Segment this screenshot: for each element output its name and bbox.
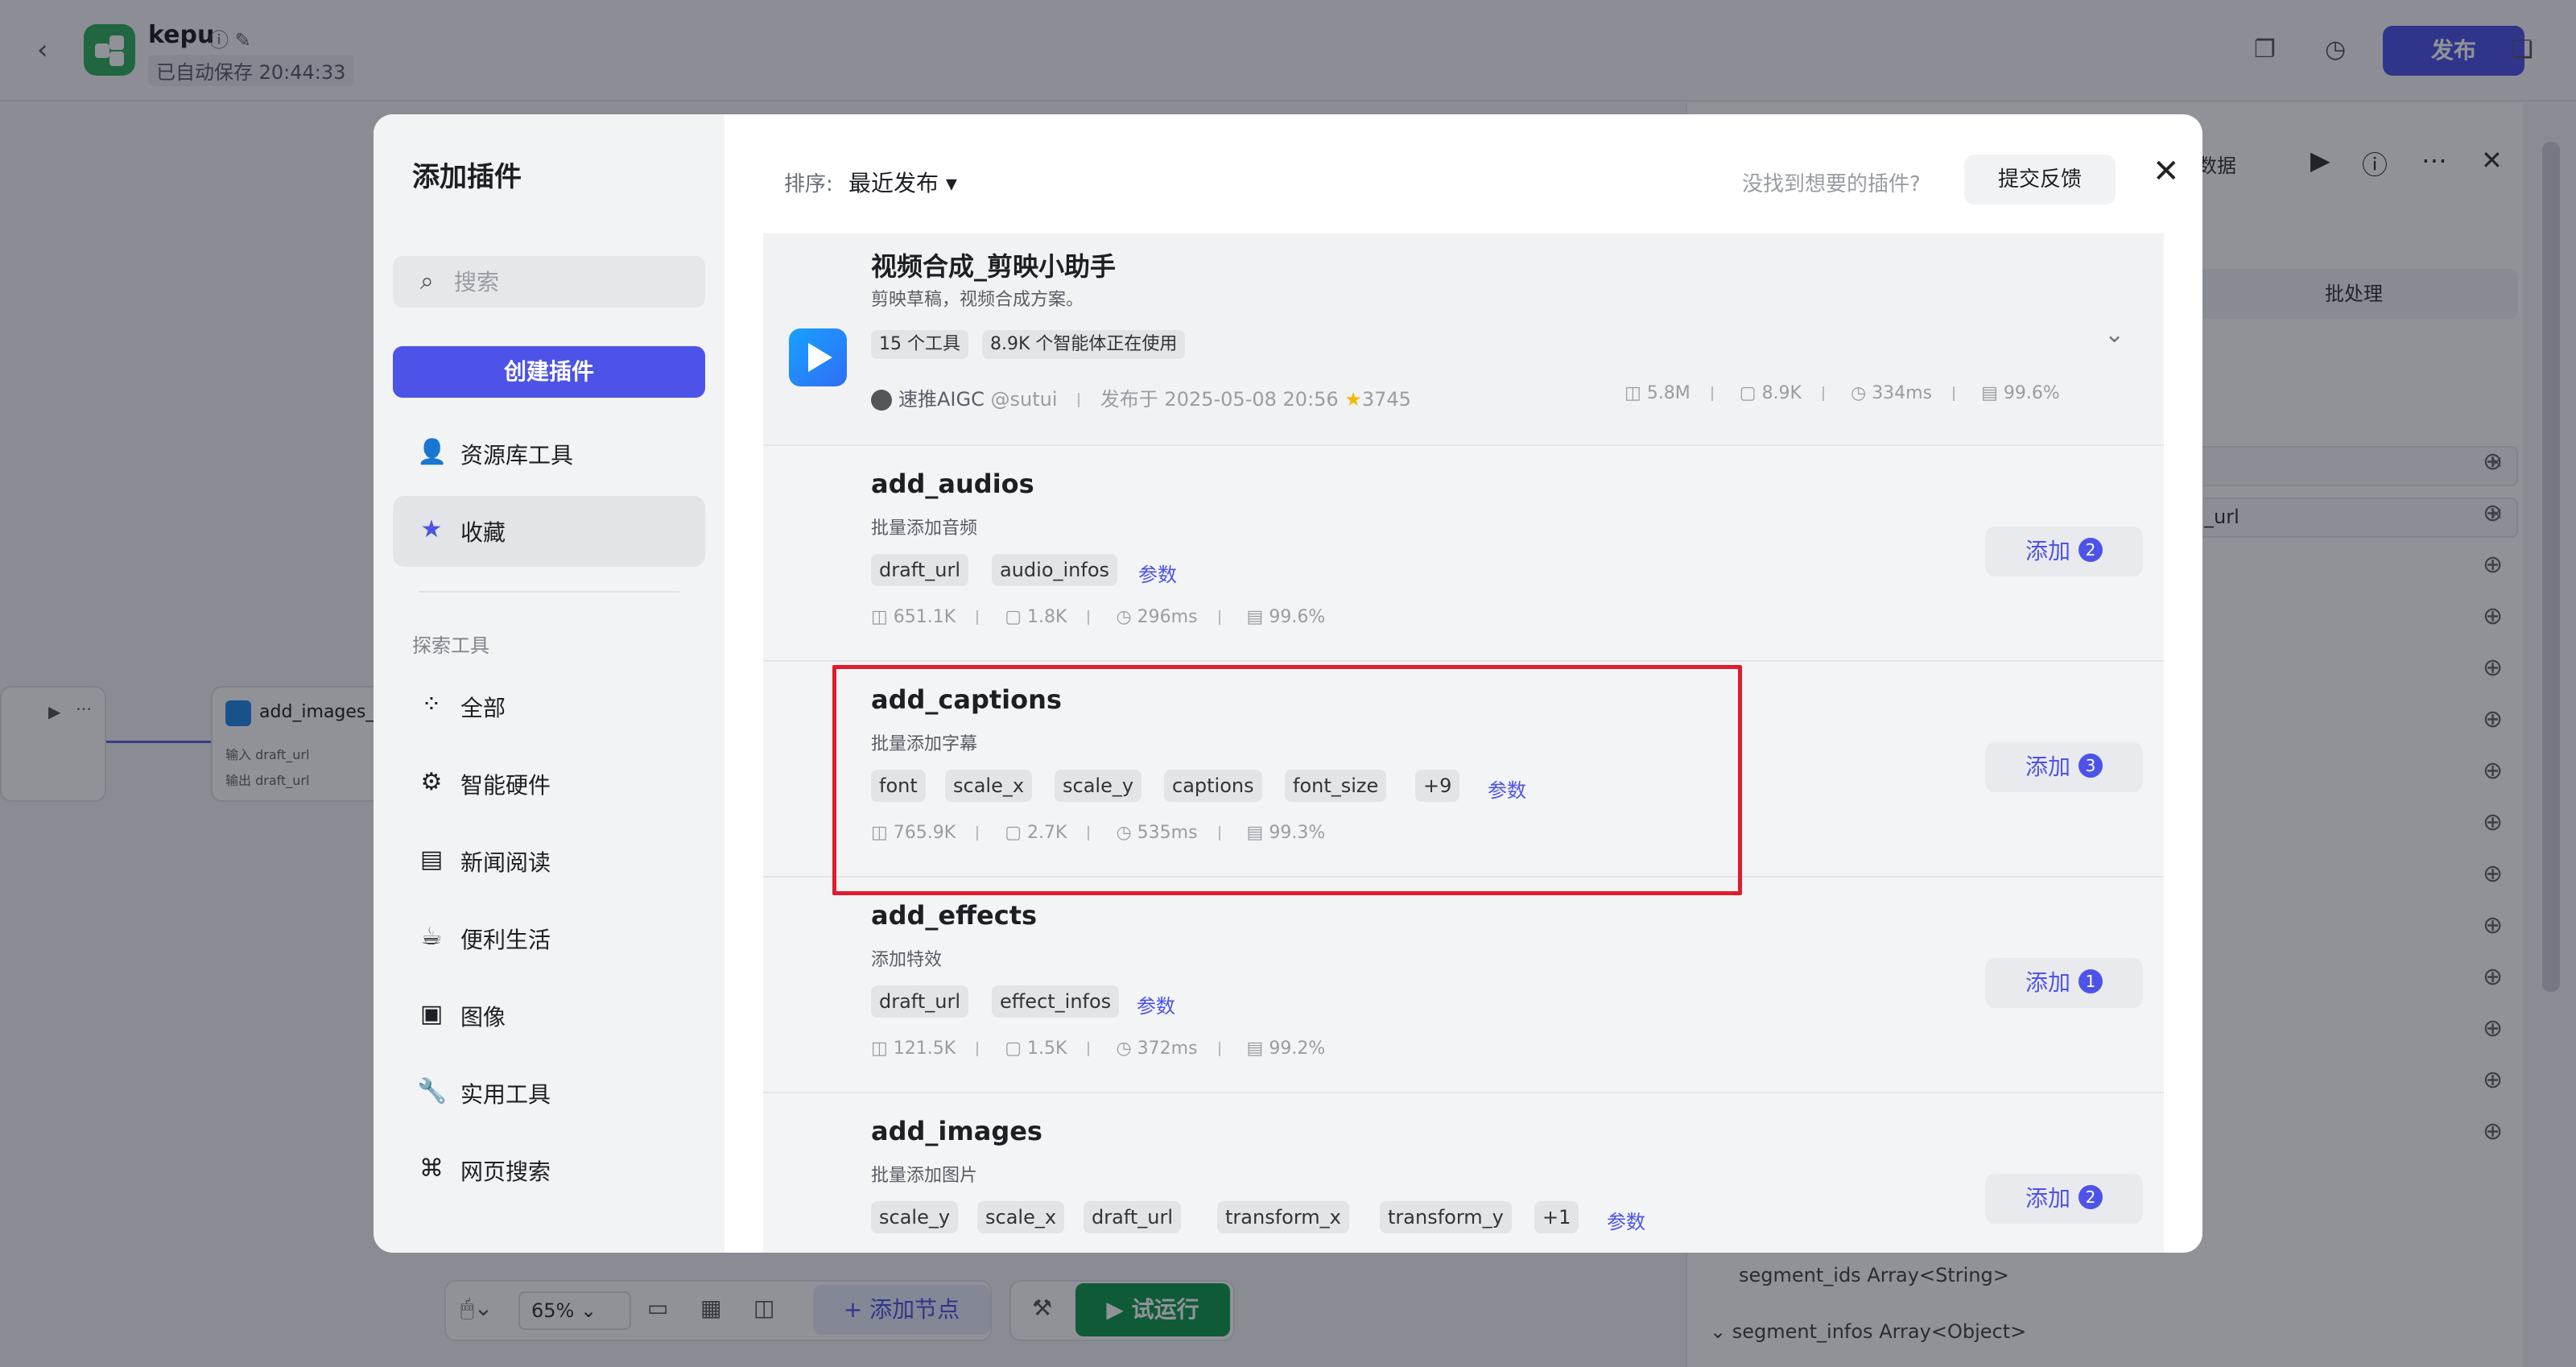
add-tool-button[interactable]: 添加 2 bbox=[1985, 1174, 2143, 1224]
add-count-badge: 1 bbox=[2079, 969, 2103, 993]
rate-icon: ▤ bbox=[1246, 607, 1264, 627]
modal-title: 添加插件 bbox=[412, 161, 522, 193]
add-count-badge: 3 bbox=[2079, 754, 2103, 778]
add-count-badge: 2 bbox=[2079, 1185, 2103, 1209]
param-tag: transform_x bbox=[1217, 1201, 1349, 1233]
cup-icon: ☕ bbox=[420, 923, 443, 951]
usage-icon: ◫ bbox=[871, 607, 888, 627]
clock-icon: ◷ bbox=[1116, 607, 1132, 627]
network-icon: ⌘ bbox=[419, 1154, 444, 1183]
add-tool-button[interactable]: 添加 3 bbox=[1985, 742, 2143, 792]
feedback-button[interactable]: 提交反馈 bbox=[1964, 155, 2116, 204]
tool-desc: 添加特效 bbox=[871, 950, 943, 970]
caret-down-icon: ▾ bbox=[945, 170, 957, 196]
param-tag: effect_infos bbox=[992, 985, 1120, 1018]
rate-icon: ▤ bbox=[1981, 383, 1998, 403]
highlight-box bbox=[832, 665, 1742, 895]
plugin-author: 速推AIGC @sutui 发布于 2025-05-08 20:56 ★3745 bbox=[871, 383, 1411, 411]
star-icon: ★ bbox=[420, 515, 443, 543]
tool-card: add_effects 添加特效 draft_url effect_infos … bbox=[763, 878, 2164, 1093]
tool-name: add_images bbox=[871, 1116, 1042, 1146]
grid-icon: ⁘ bbox=[421, 691, 442, 719]
tool-desc: 批量添加图片 bbox=[871, 1166, 978, 1186]
param-tag: transform_y bbox=[1380, 1201, 1512, 1233]
tool-count-tag: 15 个工具 bbox=[871, 330, 968, 359]
sort-label: 排序: bbox=[784, 172, 833, 196]
plugin-stats: ◫ 5.8M ▢ 8.9K ◷ 334ms ▤ 99.6% bbox=[1624, 383, 2060, 403]
wrench-icon: 🔧 bbox=[417, 1077, 448, 1105]
person-icon: 👤 bbox=[417, 438, 448, 466]
usage-tag: 8.9K 个智能体正在使用 bbox=[982, 330, 1186, 359]
usage-icon: ◫ bbox=[1624, 383, 1641, 403]
params-link[interactable]: 参数 bbox=[1607, 1206, 1645, 1234]
rate-icon: ▤ bbox=[1246, 1039, 1264, 1059]
star-icon: ★ bbox=[1344, 388, 1362, 411]
nav-item-smart-hardware[interactable]: ⚙ 智能硬件 bbox=[393, 749, 705, 820]
param-tag: scale_x bbox=[977, 1201, 1065, 1233]
nav-item-library-tools[interactable]: 👤 资源库工具 bbox=[393, 419, 705, 489]
nav-item-image[interactable]: ▣ 图像 bbox=[393, 981, 705, 1051]
param-tag: draft_url bbox=[871, 985, 968, 1018]
clock-icon: ◷ bbox=[1116, 1039, 1132, 1059]
divider bbox=[419, 591, 679, 593]
tool-stats: ◫ 651.1K ▢ 1.8K ◷ 296ms ▤ 99.6% bbox=[871, 607, 1326, 627]
nav-item-favorites[interactable]: ★ 收藏 bbox=[393, 496, 705, 567]
param-tag: +1 bbox=[1534, 1201, 1579, 1233]
tool-name: add_effects bbox=[871, 900, 1038, 931]
plugin-logo bbox=[789, 328, 847, 386]
not-found-hint: 没找到想要的插件? bbox=[1742, 172, 1921, 196]
book-icon: ▤ bbox=[419, 845, 444, 873]
plugin-title: 视频合成_剪映小助手 bbox=[871, 251, 1117, 282]
bot-icon: ▢ bbox=[1739, 383, 1757, 403]
nav-item-web-search[interactable]: ⌘ 网页搜索 bbox=[393, 1135, 705, 1206]
search-input[interactable] bbox=[454, 266, 687, 298]
add-tool-button[interactable]: 添加 1 bbox=[1985, 958, 2143, 1008]
nav-item-life[interactable]: ☕ 便利生活 bbox=[393, 903, 705, 974]
nav-item-news[interactable]: ▤ 新闻阅读 bbox=[393, 826, 705, 897]
avatar bbox=[871, 390, 892, 411]
clock-icon: ◷ bbox=[1850, 383, 1867, 403]
params-link[interactable]: 参数 bbox=[1137, 990, 1175, 1018]
plugin-desc: 剪映草稿，视频合成方案。 bbox=[871, 290, 1084, 310]
sort-dropdown[interactable]: 最近发布 ▾ bbox=[848, 166, 957, 198]
add-tool-button[interactable]: 添加 2 bbox=[1985, 527, 2143, 576]
search-icon: ⌕ bbox=[420, 267, 434, 295]
param-tag: scale_y bbox=[871, 1201, 959, 1233]
search-box[interactable]: ⌕ bbox=[393, 256, 705, 308]
bot-icon: ▢ bbox=[1005, 607, 1022, 627]
param-tag: draft_url bbox=[1084, 1201, 1181, 1233]
chevron-down-icon[interactable]: ⌄ bbox=[2104, 320, 2124, 349]
tool-name: add_audios bbox=[871, 469, 1034, 499]
nav-item-utilities[interactable]: 🔧 实用工具 bbox=[393, 1058, 705, 1129]
params-link[interactable]: 参数 bbox=[1138, 559, 1177, 587]
image-icon: ▣ bbox=[419, 1000, 444, 1028]
tool-card: add_images 批量添加图片 scale_y scale_x draft_… bbox=[763, 1093, 2164, 1253]
nav-item-all[interactable]: ⁘ 全部 bbox=[393, 671, 705, 742]
tool-desc: 批量添加音频 bbox=[871, 518, 978, 539]
section-label: 探索工具 bbox=[412, 634, 489, 657]
param-tag: audio_infos bbox=[992, 554, 1118, 586]
create-plugin-button[interactable]: 创建插件 bbox=[393, 346, 705, 398]
chip-icon: ⚙ bbox=[420, 768, 443, 796]
usage-icon: ◫ bbox=[871, 1039, 888, 1059]
bot-icon: ▢ bbox=[1005, 1039, 1022, 1059]
tool-card: add_audios 批量添加音频 draft_url audio_infos … bbox=[763, 446, 2164, 662]
close-icon[interactable]: ✕ bbox=[2153, 153, 2180, 190]
tool-stats: ◫ 121.5K ▢ 1.5K ◷ 372ms ▤ 99.2% bbox=[871, 1039, 1326, 1059]
modal-sidebar: 添加插件 ⌕ 创建插件 👤 资源库工具 ★ 收藏 探索工具 ⁘ 全部 ⚙ 智能硬… bbox=[374, 114, 724, 1253]
plugin-header[interactable]: 视频合成_剪映小助手 剪映草稿，视频合成方案。 15 个工具 8.9K 个智能体… bbox=[763, 233, 2164, 446]
param-tag: draft_url bbox=[871, 554, 968, 586]
add-count-badge: 2 bbox=[2079, 538, 2103, 562]
